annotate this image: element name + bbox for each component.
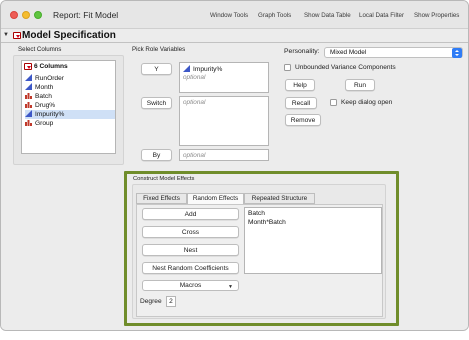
show-data-table-button[interactable]: Show Data Table (304, 12, 351, 19)
column-count-label: 6 Columns (34, 63, 68, 70)
switch-role-list[interactable]: optional (179, 96, 269, 146)
column-item-month[interactable]: Month (25, 83, 115, 92)
graph-tools-button[interactable]: Graph Tools (258, 12, 291, 19)
column-list[interactable]: 6 Columns RunOrder Month Batch Drug% Imp… (21, 60, 116, 154)
y-role-optional-hint: optional (183, 74, 206, 81)
title-bar: Report: Fit Model Window Tools Graph Too… (1, 1, 468, 29)
nominal-icon (25, 93, 32, 99)
disclosure-triangle-icon[interactable]: ▼ (3, 32, 9, 38)
by-role-button[interactable]: By (141, 149, 172, 161)
section-divider (1, 42, 468, 43)
switch-role-button[interactable]: Switch (141, 97, 172, 109)
window-tools-button[interactable]: Window Tools (210, 12, 248, 19)
continuous-icon (25, 110, 32, 117)
continuous-icon (25, 83, 32, 90)
personality-value: Mixed Model (330, 49, 367, 56)
nominal-icon (25, 102, 32, 108)
red-triangle-menu-icon[interactable] (13, 32, 21, 39)
personality-select[interactable]: Mixed Model (324, 47, 463, 58)
show-properties-button[interactable]: Show Properties (414, 12, 459, 19)
remove-button[interactable]: Remove (285, 114, 321, 126)
nominal-icon (25, 120, 32, 126)
personality-label: Personality: (284, 48, 320, 55)
keep-dialog-open-label: Keep dialog open (341, 99, 393, 106)
column-item-group[interactable]: Group (25, 119, 115, 128)
recall-button[interactable]: Recall (285, 97, 317, 109)
unbounded-variance-label: Unbounded Variance Components (295, 64, 396, 71)
zoom-window-button[interactable] (34, 11, 42, 19)
columns-menu-icon[interactable] (24, 63, 32, 70)
help-button[interactable]: Help (285, 79, 315, 91)
switch-role-optional-hint: optional (183, 99, 206, 106)
popup-arrows-icon (452, 48, 462, 58)
column-item-drug[interactable]: Drug% (25, 101, 115, 110)
run-button[interactable]: Run (345, 79, 375, 91)
continuous-icon (25, 74, 32, 81)
minimize-window-button[interactable] (22, 11, 30, 19)
y-role-list[interactable]: Impurity% optional (179, 62, 269, 93)
local-data-filter-button[interactable]: Local Data Filter (359, 12, 404, 19)
select-columns-panel: 6 Columns RunOrder Month Batch Drug% Imp… (13, 55, 124, 165)
section-title: Model Specification (22, 30, 116, 41)
continuous-icon (183, 65, 190, 72)
select-columns-label: Select Columns (18, 46, 62, 53)
column-item-batch[interactable]: Batch (25, 92, 115, 101)
unbounded-variance-checkbox[interactable] (284, 64, 291, 71)
fit-model-window: Report: Fit Model Window Tools Graph Too… (0, 0, 469, 331)
column-item-impurity[interactable]: Impurity% (25, 110, 115, 119)
close-window-button[interactable] (10, 11, 18, 19)
highlight-frame (124, 171, 399, 326)
y-role-item[interactable]: Impurity% (183, 65, 222, 73)
column-item-runorder[interactable]: RunOrder (25, 74, 115, 83)
keep-dialog-open-checkbox[interactable] (330, 99, 337, 106)
by-role-optional-hint: optional (183, 152, 206, 159)
by-role-list[interactable]: optional (179, 149, 269, 161)
window-title: Report: Fit Model (53, 10, 119, 20)
y-role-button[interactable]: Y (141, 63, 172, 75)
pick-role-variables-label: Pick Role Variables (132, 46, 186, 53)
